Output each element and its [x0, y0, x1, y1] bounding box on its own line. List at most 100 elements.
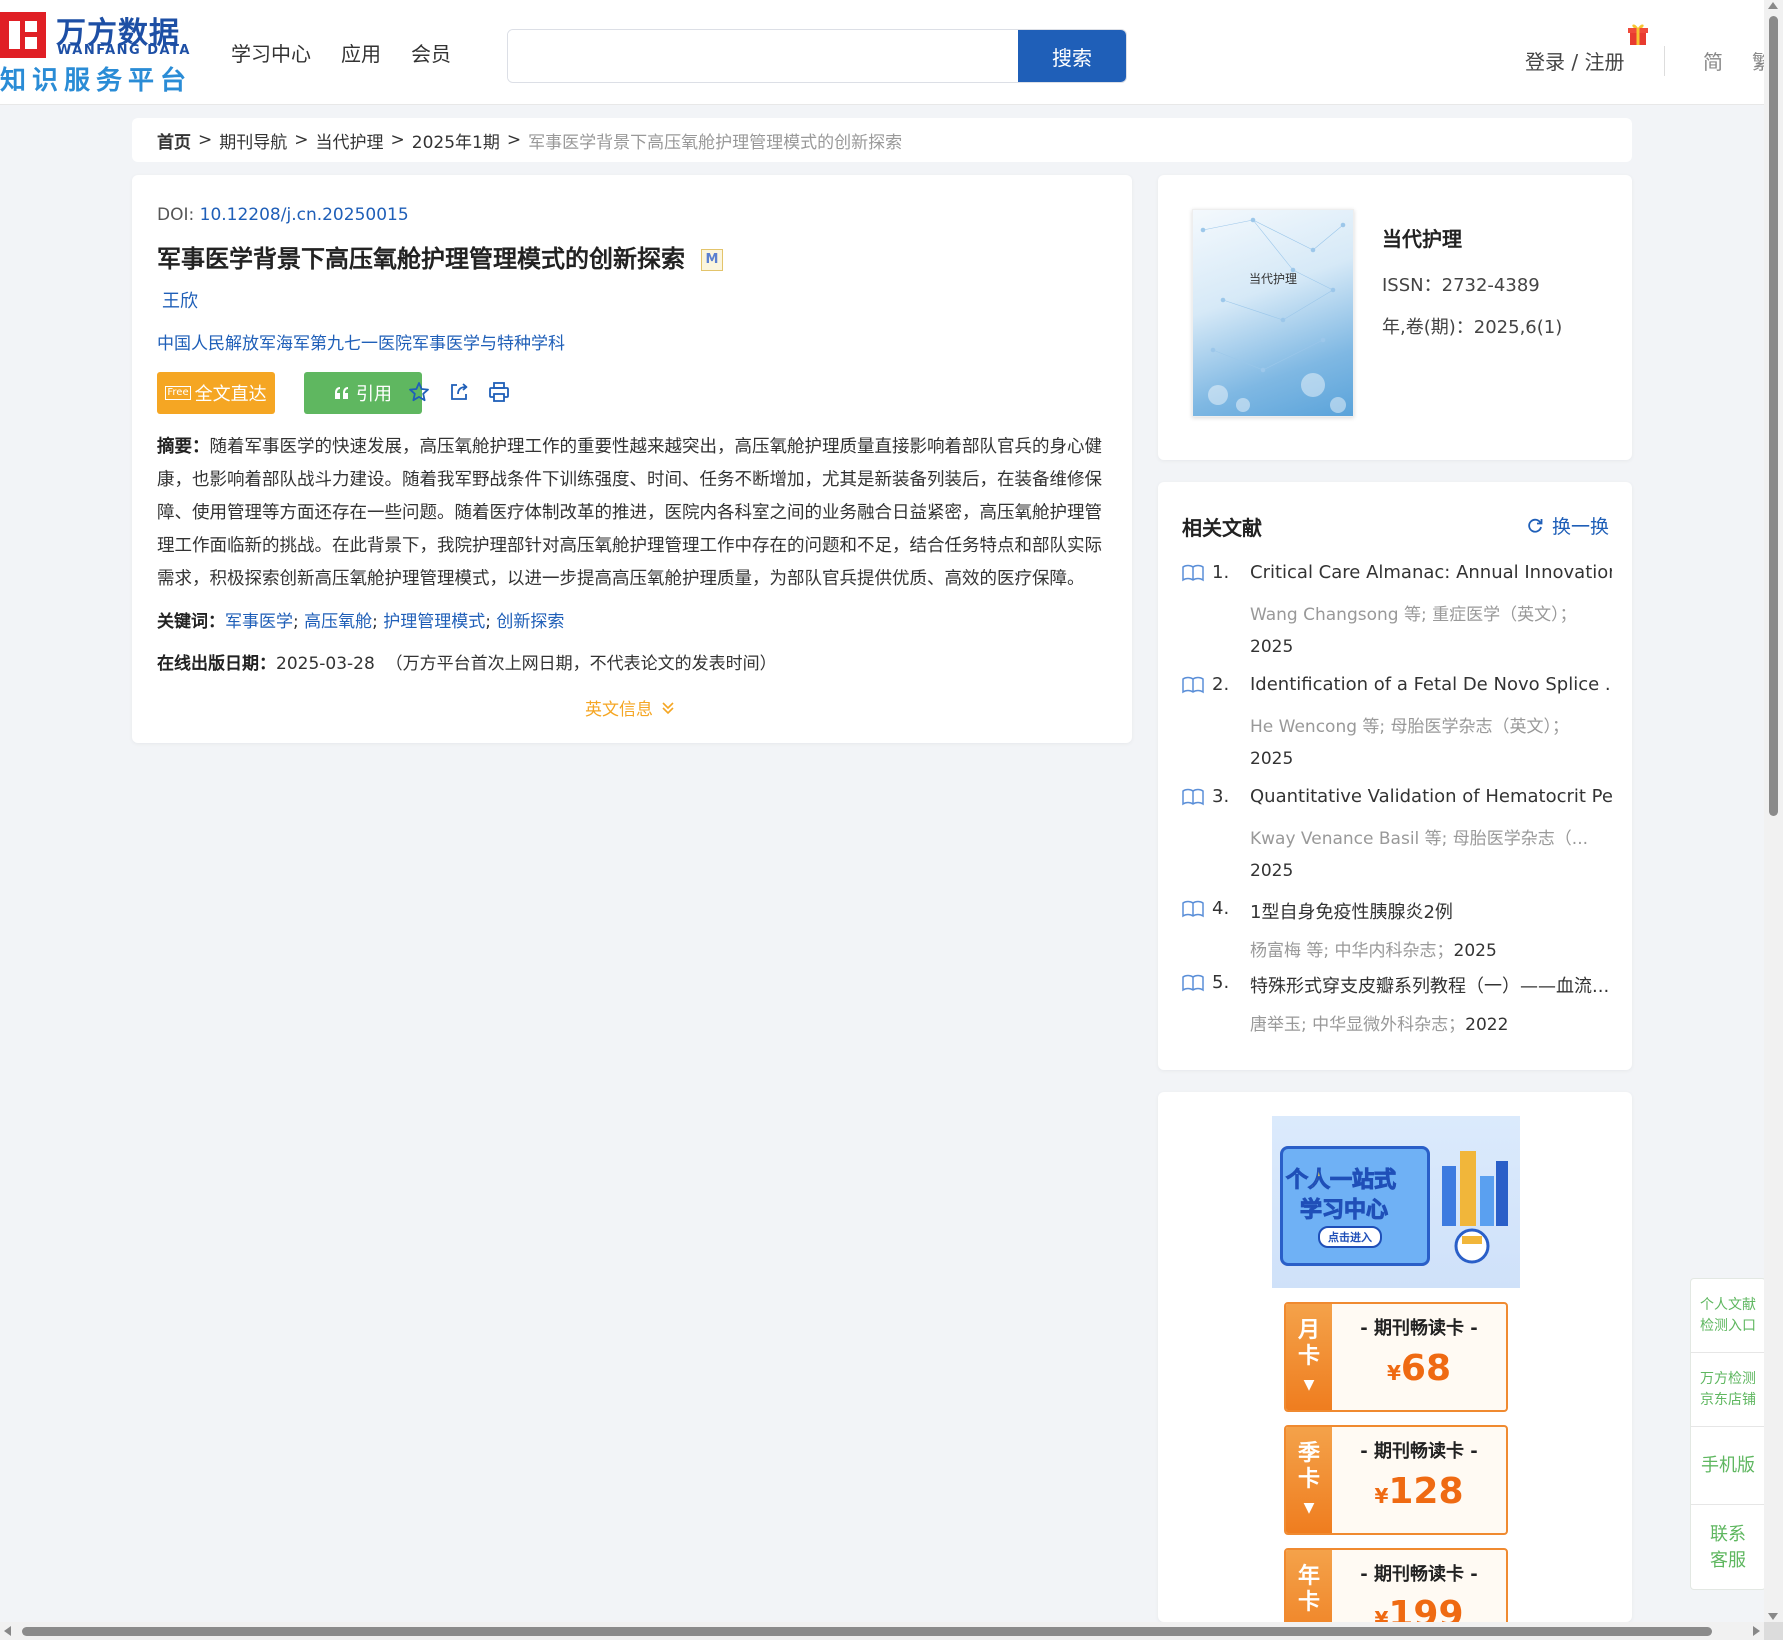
journal-name[interactable]: 当代护理: [1382, 223, 1462, 252]
fulltext-button[interactable]: Free 全文直达: [157, 372, 275, 414]
quarterly-card-offer[interactable]: 季 卡 ▼ - 期刊畅读卡 - ¥128: [1284, 1425, 1508, 1535]
doi-link[interactable]: 10.12208/j.cn.20250015: [200, 205, 409, 225]
jd-store-link[interactable]: 万方检测 京东店铺: [1691, 1353, 1765, 1427]
ticket-side-char: 年: [1297, 1564, 1320, 1589]
doc-check-entry[interactable]: 个人文献 检测入口: [1691, 1279, 1765, 1353]
item-year: 2025: [1453, 941, 1497, 961]
breadcrumb-home[interactable]: 首页: [157, 128, 191, 153]
item-title-link[interactable]: Identification of a Fetal De Novo Splice…: [1250, 674, 1612, 695]
breadcrumb-journal-nav[interactable]: 期刊导航: [219, 128, 287, 153]
lang-simplified[interactable]: 简: [1703, 46, 1723, 75]
mobile-version-link[interactable]: 手机版: [1691, 1427, 1765, 1505]
float-label: 检测入口: [1700, 1317, 1756, 1334]
learning-center-banner[interactable]: 个人一站式 学习中心 点击进入: [1272, 1116, 1520, 1288]
item-title-link[interactable]: Critical Care Almanac: Annual Innovation…: [1250, 562, 1612, 583]
related-title: 相关文献: [1182, 516, 1262, 540]
keywords: 关键词：军事医学; 高压氧舱; 护理管理模式; 创新探索: [157, 612, 565, 632]
m-badge-icon[interactable]: M: [701, 249, 723, 271]
author-link[interactable]: 王欣: [162, 287, 198, 313]
login-register-link[interactable]: 登录 / 注册: [1525, 46, 1624, 75]
float-label: 个人文献: [1700, 1296, 1756, 1313]
search-input[interactable]: [508, 30, 1018, 82]
item-title-link[interactable]: 1型自身免疫性胰腺炎2例: [1250, 898, 1612, 924]
breadcrumb-sep: >: [294, 130, 309, 150]
scroll-left-icon[interactable]: [4, 1626, 11, 1636]
keyword-link[interactable]: 军事医学: [225, 612, 293, 632]
organization-link[interactable]: 中国人民解放军海军第九七一医院军事医学与特种学科: [157, 329, 565, 354]
item-meta: Kway Venance Basil 等; 母胎医学杂志（...: [1250, 829, 1589, 849]
chevron-down-icon: ▼: [1303, 1500, 1315, 1516]
item-number: 5.: [1212, 972, 1230, 993]
ticket-side: 年 卡 ▼: [1286, 1550, 1332, 1622]
ticket-name: - 期刊畅读卡 -: [1360, 1564, 1478, 1585]
item-number: 4.: [1212, 898, 1230, 919]
cite-button[interactable]: 引用: [304, 372, 422, 414]
horizontal-scrollbar[interactable]: [0, 1622, 1764, 1640]
related-literature-card: 相关文献 换一换 1. Critical Care Almanac: Annua…: [1158, 482, 1632, 1070]
scroll-down-icon[interactable]: [1768, 1613, 1778, 1620]
list-item: 5. 特殊形式穿支皮瓣系列教程（一）——血流... 唐举玉; 中华显微外科杂志；…: [1182, 972, 1612, 1042]
item-meta: 杨富梅 等; 中华内科杂志；2025: [1250, 936, 1612, 961]
float-label: 万方检测: [1700, 1370, 1756, 1387]
pubdate-value: 2025-03-28: [276, 654, 375, 674]
scroll-up-icon[interactable]: [1768, 2, 1778, 9]
banner-line2: 学习中心: [1299, 1198, 1389, 1224]
search-button[interactable]: 搜索: [1018, 30, 1126, 82]
keyword-link[interactable]: 护理管理模式: [383, 612, 485, 632]
book-icon: [1182, 788, 1204, 806]
ticket-name: - 期刊畅读卡 -: [1360, 1318, 1478, 1339]
ticket-side-char: 卡: [1297, 1590, 1320, 1615]
price-value: 128: [1388, 1471, 1464, 1512]
pubdate-label: 在线出版日期：: [157, 654, 276, 674]
cite-label: 引用: [356, 384, 392, 405]
currency-symbol: ¥: [1386, 1361, 1401, 1385]
nav-membership[interactable]: 会员: [411, 38, 451, 67]
ticket-price: ¥68: [1332, 1348, 1506, 1389]
cover-title: 当代护理: [1249, 272, 1298, 286]
banner-enter-button[interactable]: 点击进入: [1318, 1226, 1382, 1248]
nav-apps[interactable]: 应用: [341, 38, 381, 67]
breadcrumb-issue[interactable]: 2025年1期: [412, 128, 500, 153]
site-logo[interactable]: 万方数据 WANFANG DATA 知识服务平台: [0, 8, 190, 96]
scrollbar-corner: [1764, 1622, 1783, 1640]
breadcrumb-sep: >: [506, 130, 522, 150]
list-item: 1. Critical Care Almanac: Annual Innovat…: [1182, 562, 1612, 672]
gift-icon[interactable]: [1628, 22, 1648, 46]
ticket-side-char: 卡: [1297, 1467, 1320, 1492]
quote-icon: [335, 387, 348, 399]
scroll-right-icon[interactable]: [1753, 1626, 1760, 1636]
price-value: 68: [1400, 1348, 1452, 1389]
item-year: 2025: [1250, 749, 1294, 769]
item-meta: 唐举玉; 中华显微外科杂志；2022: [1250, 1010, 1612, 1035]
english-info-toggle[interactable]: 英文信息: [585, 695, 675, 720]
keyword-link[interactable]: 创新探索: [496, 612, 564, 632]
journal-volume: 年,卷(期)：2025,6(1): [1382, 317, 1563, 338]
pubdate: 在线出版日期：2025-03-28 （万方平台首次上网日期，不代表论文的发表时间…: [157, 649, 777, 674]
horizontal-scroll-thumb[interactable]: [22, 1627, 1712, 1636]
breadcrumb-journal[interactable]: 当代护理: [316, 128, 384, 153]
list-item: 3. Quantitative Validation of Hematocrit…: [1182, 786, 1612, 896]
refresh-button[interactable]: 换一换: [1526, 512, 1609, 539]
customer-service-link[interactable]: 联系 客服: [1691, 1505, 1765, 1591]
print-icon[interactable]: [487, 380, 511, 404]
journal-cover[interactable]: 当代护理: [1192, 209, 1354, 417]
nav-learning-center[interactable]: 学习中心: [231, 38, 311, 67]
share-icon[interactable]: [447, 380, 471, 404]
lang-traditional[interactable]: 繁: [1752, 46, 1764, 75]
free-tag-icon: Free: [165, 386, 191, 400]
item-title-link[interactable]: Quantitative Validation of Hematocrit Pe…: [1250, 786, 1612, 807]
doi-label: DOI:: [157, 205, 200, 225]
item-number: 2.: [1212, 674, 1230, 695]
keyword-link[interactable]: 高压氧舱: [304, 612, 372, 632]
item-title-link[interactable]: 特殊形式穿支皮瓣系列教程（一）——血流...: [1250, 972, 1612, 998]
search-box: 搜索: [507, 29, 1127, 83]
yearly-card-offer[interactable]: 年 卡 ▼ - 期刊畅读卡 - ¥199: [1284, 1548, 1508, 1622]
vertical-scroll-thumb[interactable]: [1769, 16, 1778, 816]
breadcrumb-sep: >: [390, 130, 405, 150]
banner-line1: 个人一站式: [1285, 1168, 1397, 1194]
book-icon: [1182, 900, 1204, 918]
list-item: 4. 1型自身免疫性胰腺炎2例 杨富梅 等; 中华内科杂志；2025: [1182, 898, 1612, 968]
monthly-card-offer[interactable]: 月 卡 ▼ - 期刊畅读卡 - ¥68: [1284, 1302, 1508, 1412]
star-icon[interactable]: [407, 380, 431, 404]
vertical-scrollbar[interactable]: [1764, 0, 1783, 1622]
